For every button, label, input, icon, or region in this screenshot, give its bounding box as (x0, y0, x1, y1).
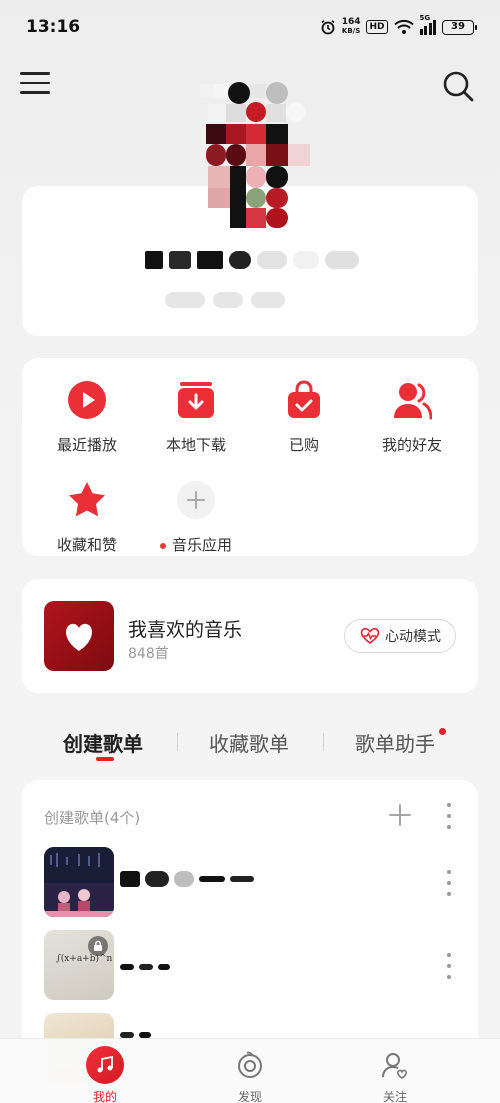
add-playlist-icon[interactable] (388, 803, 412, 827)
tab-collected-playlists[interactable]: 收藏歌单 (209, 728, 289, 757)
playlists-header: 创建歌单(4个) (44, 809, 141, 827)
liked-music-count: 848首 (128, 646, 169, 662)
status-time: 13:16 (26, 17, 81, 37)
music-note-icon (86, 1046, 124, 1084)
quick-label: 已购 (288, 436, 319, 454)
more-options-icon[interactable] (446, 803, 452, 829)
nav-discover[interactable]: 发现 (210, 1046, 290, 1103)
playlist-title-obscured[interactable] (120, 956, 170, 978)
menu-button[interactable] (20, 72, 50, 100)
playlist-cover-art (44, 847, 114, 917)
tab-badge-dot (439, 728, 446, 735)
hd-badge: HD (366, 20, 388, 34)
heart-icon (66, 623, 92, 651)
friends-icon (394, 383, 433, 420)
quick-label: 收藏和赞 (56, 536, 117, 554)
nav-mine[interactable]: 我的 (65, 1046, 145, 1103)
cover-formula-text: ∫(x+a+b)^n dx (56, 954, 114, 964)
quick-music-apps[interactable]: 音乐应用 (139, 480, 253, 555)
discover-icon (231, 1046, 269, 1084)
follow-icon (376, 1046, 414, 1084)
playlist-title-obscured[interactable] (120, 868, 254, 890)
heartbeat-icon (360, 627, 380, 645)
tab-created-playlists[interactable]: 创建歌单 (63, 728, 143, 757)
nav-label: 关注 (382, 1090, 407, 1103)
quick-recent-played[interactable]: 最近播放 (30, 380, 144, 455)
star-icon (69, 482, 105, 517)
shopping-bag-icon (288, 380, 320, 418)
playlist-cover[interactable] (44, 847, 114, 917)
lock-icon (88, 936, 108, 956)
status-icons: 164 KB/S HD 5G 39 (320, 14, 477, 36)
tab-playlist-assistant[interactable]: 歌单助手 (355, 728, 435, 757)
username-obscured (145, 248, 377, 272)
playlist-more-icon[interactable] (446, 870, 452, 896)
plus-icon (177, 481, 215, 519)
download-icon (178, 382, 214, 418)
tab-divider (177, 733, 178, 751)
alarm-icon (321, 20, 335, 35)
liked-music-cover[interactable] (44, 601, 114, 671)
heart-mode-button[interactable]: 心动模式 (344, 619, 456, 653)
nav-label: 我的 (92, 1090, 117, 1103)
new-badge-dot (159, 542, 166, 549)
playlist-more-icon[interactable] (446, 953, 452, 979)
playlist-cover[interactable]: ∫(x+a+b)^n dx (44, 930, 114, 1000)
wifi-icon (393, 19, 414, 34)
nav-follow[interactable]: 关注 (355, 1046, 435, 1103)
nav-label: 发现 (237, 1090, 262, 1103)
quick-label: 最近播放 (56, 436, 117, 454)
battery-indicator: 39 (442, 19, 477, 35)
quick-purchased[interactable]: 已购 (247, 380, 361, 455)
quick-local-download[interactable]: 本地下载 (139, 380, 253, 455)
search-icon[interactable] (440, 68, 476, 104)
user-level-obscured (165, 290, 295, 310)
quick-label: 本地下载 (165, 436, 226, 454)
network-speed: 164 KB/S (341, 17, 361, 36)
tab-divider (323, 733, 324, 751)
quick-label: 我的好友 (381, 436, 442, 454)
signal-strength: 5G (419, 14, 436, 35)
menu-icon (20, 72, 50, 75)
play-circle-icon (68, 381, 106, 419)
quick-label: 音乐应用 (139, 534, 253, 555)
quick-my-friends[interactable]: 我的好友 (355, 380, 469, 455)
heart-mode-label: 心动模式 (385, 629, 441, 645)
quick-favorites[interactable]: 收藏和赞 (30, 480, 144, 555)
active-tab-indicator (96, 757, 114, 761)
user-avatar[interactable] (200, 80, 312, 230)
liked-music-title[interactable]: 我喜欢的音乐 (128, 615, 242, 642)
